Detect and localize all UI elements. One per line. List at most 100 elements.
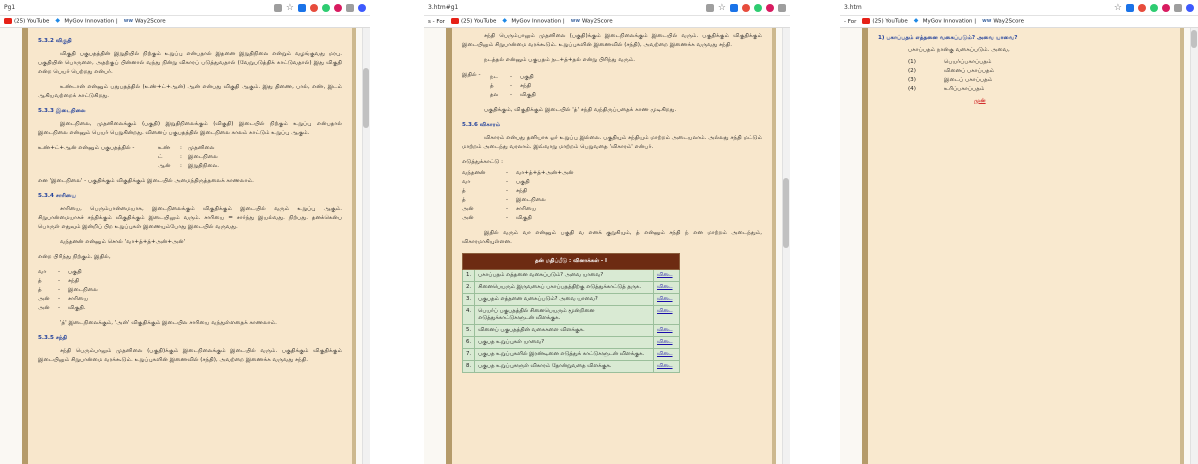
answer-link[interactable]: விடை <box>653 348 680 361</box>
extension-icon[interactable] <box>742 3 750 12</box>
example-breakdown: உண்+ட்+ஆன் என்னும் பகுபதத்தில் - உண்: மு… <box>38 144 342 171</box>
extension-icon[interactable] <box>754 3 762 12</box>
part-value: வா+த்+த்+அன்+அன் <box>516 170 574 176</box>
part-key: த் <box>462 188 466 194</box>
table-row: 3. பகுபதம் எத்தனை வகைப்படும்? அவை யாவை? வி… <box>461 293 680 306</box>
toolbar-icons: ☆ <box>705 3 786 12</box>
answer-link[interactable]: விடை <box>653 281 680 294</box>
translate-icon[interactable] <box>273 3 282 12</box>
paragraph: இதில் வரும் வா என்னும் பகுதி வ எனக் குறு… <box>462 230 762 245</box>
bookmark-mygov[interactable]: ◆ MyGov Innovation | <box>502 18 564 25</box>
url-text[interactable]: 3.htm#g1 <box>428 4 706 11</box>
extension-icon[interactable] <box>1138 3 1146 12</box>
paragraph: பகுதிக்கும், விகுதிக்கும் இடையில் 'த்' ச… <box>484 107 677 113</box>
section-heading: 5.3.6 விகாரம் <box>462 122 501 128</box>
section-heading: 5.3.3 இடைநிலை <box>38 108 86 114</box>
question-text: பகாப்பதம் எத்தனை வகைப்படும்? அவை யாவை? <box>474 269 654 282</box>
extension-icon[interactable] <box>1162 3 1170 12</box>
scrollbar-thumb[interactable] <box>363 68 369 128</box>
scrollbar-thumb[interactable] <box>783 178 789 248</box>
paragraph: சந்தி பெரும்பாலும் முதனிலை (பகுதி)க்கும்… <box>38 348 342 363</box>
example-key: ட் <box>158 154 163 160</box>
answer-link[interactable]: விடை <box>653 305 680 325</box>
paragraph: விகாரம் என்பது தனியாக ஓர் உறுப்பு இல்லை.… <box>462 135 762 150</box>
section-heading: 5.3.4 சாரியை <box>38 193 77 199</box>
lesson-page: சந்தி பெரும்பாலும் முதனிலை (பகுதி)க்கும்… <box>452 28 772 464</box>
example-title: எடுத்துக்காட்டு : <box>462 159 504 165</box>
extension-icon[interactable] <box>1186 3 1194 12</box>
way2score-icon: ww <box>982 18 992 25</box>
extension-icon[interactable] <box>778 3 786 12</box>
answer-link[interactable]: விடை <box>653 360 680 373</box>
extension-icon[interactable] <box>346 3 354 12</box>
bookmark-mygov[interactable]: ◆ MyGov Innovation | <box>914 18 976 25</box>
section-heading: 5.3.5 சந்தி <box>38 335 68 341</box>
url-text[interactable]: 3.htm <box>844 4 1114 11</box>
bookmark-mygov[interactable]: ◆ MyGov Innovation | <box>55 18 117 25</box>
scrollbar[interactable] <box>1190 28 1198 464</box>
bookmark-way2score[interactable]: ww Way2Score <box>124 18 166 25</box>
bookmark-way2score[interactable]: ww Way2Score <box>571 18 613 25</box>
bookmark-youtube[interactable]: (25) YouTube <box>450 18 496 25</box>
part-key: அன் <box>462 206 474 212</box>
back-link[interactable]: முன் <box>974 97 1170 106</box>
screenshot-collage: Pg1 ☆ (25) YouTube ◆ MyGov Innovation | w… <box>0 0 1198 464</box>
star-icon[interactable]: ☆ <box>1114 3 1122 12</box>
paragraph: விகுதி பகுபதத்தின் இறுதியில் நிற்கும் உற… <box>38 51 342 75</box>
mygov-icon: ◆ <box>502 17 507 25</box>
bookmark-way2score[interactable]: ww Way2Score <box>982 18 1024 25</box>
bookmark-youtube[interactable]: (25) YouTube <box>862 18 908 25</box>
address-bar[interactable]: 3.htm#g1 ☆ <box>424 0 790 16</box>
list-item: (3) இடைப் பகாப்பதம் <box>908 77 993 83</box>
part-value: சந்தி <box>520 83 532 89</box>
star-icon[interactable]: ☆ <box>286 3 294 12</box>
translate-icon[interactable] <box>705 3 714 12</box>
answer-link[interactable]: விடை <box>653 269 680 282</box>
extension-icon[interactable] <box>298 3 306 12</box>
browser-window-1: Pg1 ☆ (25) YouTube ◆ MyGov Innovation | w… <box>0 0 370 464</box>
question-heading: 1) பகாப்பதம் எத்தனை வகைப்படும்? அவை யாவை… <box>878 35 1018 41</box>
extension-icon[interactable] <box>1174 3 1182 12</box>
answer-link[interactable]: விடை <box>653 293 680 306</box>
self-assessment-table: தன் மதிப்பீடு : வினாக்கள் - I 1. பகாப்பதம… <box>461 253 680 373</box>
page-border-right <box>1180 28 1184 464</box>
part-key: த் <box>38 287 42 293</box>
part-key: த் <box>38 278 42 284</box>
extension-icon[interactable] <box>1150 3 1158 12</box>
extension-icon[interactable] <box>730 3 738 12</box>
list-item: (1) பெயர்ப்பகாப்பதம் <box>908 59 992 65</box>
part-value: இடைநிலை <box>68 287 98 293</box>
answer-lead: பகாப்பதம் நான்கு வகைப்படும். அவை, <box>908 47 1010 53</box>
page-content: 1) பகாப்பதம் எத்தனை வகைப்படும்? அவை யாவை… <box>840 28 1198 464</box>
bookmark-youtube[interactable]: (25) YouTube <box>4 18 49 25</box>
scrollbar-thumb[interactable] <box>1191 30 1197 48</box>
scrollbar[interactable] <box>782 28 790 464</box>
url-text[interactable]: Pg1 <box>4 4 274 11</box>
extension-icon[interactable] <box>1126 3 1134 12</box>
answer-link[interactable]: விடை <box>653 336 680 349</box>
extension-icon[interactable] <box>334 3 342 12</box>
bookmarks-bar: - For (25) YouTube ◆ MyGov Innovation | w… <box>840 16 1198 28</box>
table-row: 6. பகுபத உறுப்புகள் யாவை? விடை <box>461 336 680 349</box>
scrollbar[interactable] <box>362 28 370 464</box>
part-value: சந்தி <box>68 278 80 284</box>
word-parts: நட - பகுதி த் - சந்தி தல - விகுதி <box>490 73 762 100</box>
address-bar[interactable]: 3.htm ☆ <box>840 0 1198 16</box>
star-icon[interactable]: ☆ <box>718 3 726 12</box>
table-row: 1. பகாப்பதம் எத்தனை வகைப்படும்? அவை யாவை?… <box>461 269 680 282</box>
part-value: சாரியை <box>516 206 537 212</box>
toolbar-icons: ☆ <box>1114 3 1194 12</box>
page-border-right <box>772 28 776 464</box>
paragraph: என 'இடைநிலை' - பகுதிக்கும் விகுதிக்கும் … <box>38 178 254 184</box>
extension-icon[interactable] <box>766 3 774 12</box>
page-content: 5.3.2 விகுதி விகுதி பகுபதத்தின் இறுதியில… <box>0 28 370 464</box>
extension-icon[interactable] <box>322 3 330 12</box>
address-bar[interactable]: Pg1 ☆ <box>0 0 370 16</box>
part-key: வா <box>38 269 47 275</box>
bookmarks-bar: s - For (25) YouTube ◆ MyGov Innovation |… <box>424 16 790 28</box>
section-heading: 5.3.2 விகுதி <box>38 38 72 44</box>
answer-link[interactable]: விடை <box>653 324 680 337</box>
extension-icon[interactable] <box>310 3 318 12</box>
example-value: இறுதிநிலை. <box>188 163 220 169</box>
extension-icon[interactable] <box>358 3 366 12</box>
